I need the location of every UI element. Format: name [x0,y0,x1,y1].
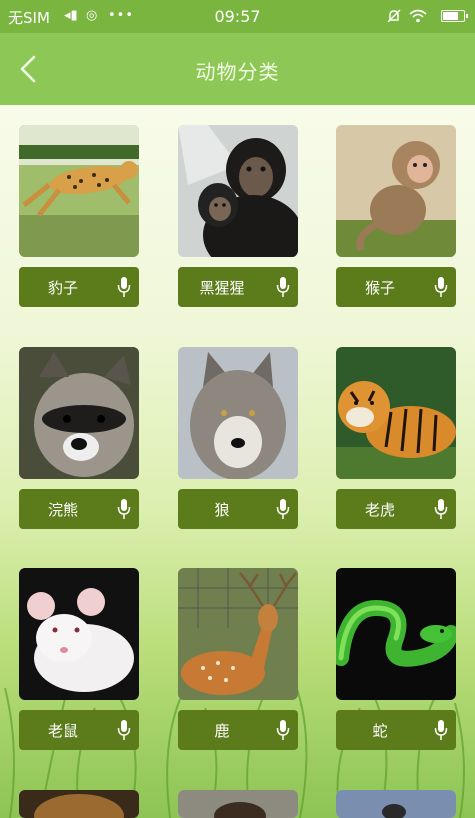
bird-image[interactable] [336,790,456,818]
microphone-icon [276,499,290,519]
microphone-icon [117,720,131,740]
nav-bar: 动物分类 [0,33,475,105]
microphone-icon [117,277,131,297]
animal-label-button[interactable]: 蛇 [336,710,456,750]
leopard-image[interactable] [19,125,139,257]
clock: 09:57 [214,7,261,26]
animal-name: 老虎 [364,501,395,519]
animal-label-button[interactable]: 鹿 [178,710,298,750]
animal-name: 蛇 [372,722,388,740]
tiger-image[interactable] [336,347,456,479]
animal-label-button[interactable]: 黑猩猩 [178,267,298,307]
animal-label-button[interactable]: 豹子 [19,267,139,307]
deer-image[interactable] [178,568,298,700]
animal-name: 猴子 [364,279,395,297]
microphone-icon [434,277,448,297]
animal-label-button[interactable]: 狼 [178,489,298,529]
animal-name: 狼 [214,501,230,519]
lion-image[interactable] [19,790,139,818]
wolf-image[interactable] [178,347,298,479]
animal-name: 豹子 [47,279,78,297]
raccoon-image[interactable] [19,347,139,479]
bear-image[interactable] [178,790,298,818]
animal-name: 老鼠 [47,722,78,740]
animal-name: 鹿 [214,722,230,740]
microphone-icon [117,499,131,519]
microphone-icon [276,720,290,740]
microphone-icon [276,277,290,297]
mute-icon [387,9,401,23]
status-bar: 无SIM ◂▮ ◎ ••• 09:57 [0,0,475,33]
animal-name: 黑猩猩 [199,279,245,297]
wifi-icon [409,9,427,23]
animal-grid: 豹子 黑猩猩 猴子 浣熊 狼 老虎 老鼠 鹿 蛇 [0,105,475,818]
battery-icon [441,10,468,22]
chimpanzee-image[interactable] [178,125,298,257]
snake-image[interactable] [336,568,456,700]
animal-label-button[interactable]: 老虎 [336,489,456,529]
microphone-icon [434,499,448,519]
animal-label-button[interactable]: 猴子 [336,267,456,307]
page-title: 动物分类 [195,60,280,84]
microphone-icon [434,720,448,740]
monkey-image[interactable] [336,125,456,257]
animal-name: 浣熊 [47,501,78,519]
mouse-image[interactable] [19,568,139,700]
animal-label-button[interactable]: 老鼠 [19,710,139,750]
animal-label-button[interactable]: 浣熊 [19,489,139,529]
